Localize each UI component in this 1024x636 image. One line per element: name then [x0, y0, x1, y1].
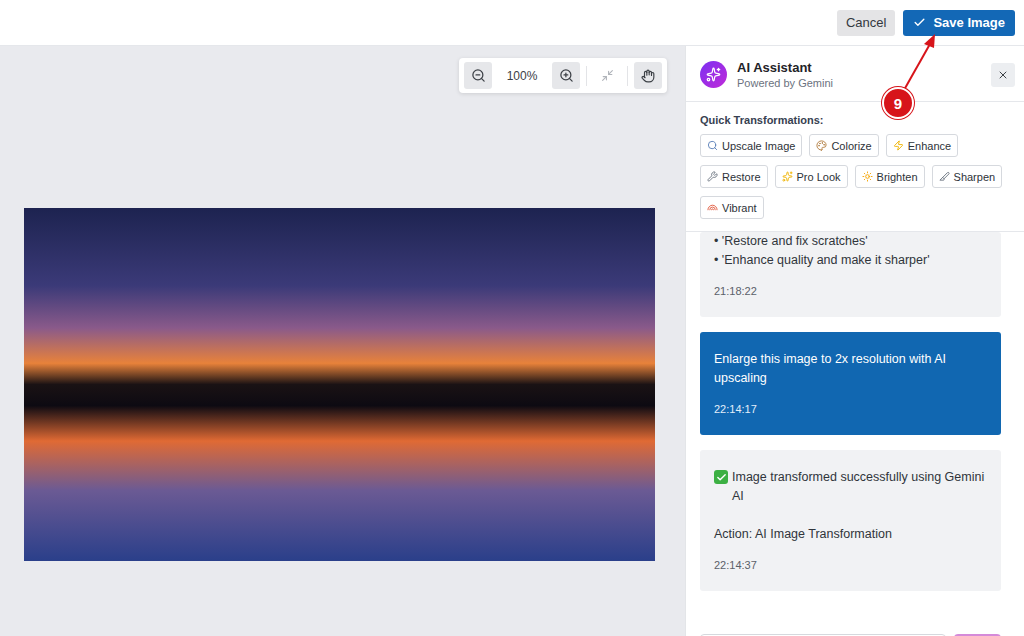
assistant-message: • 'Restore and fix scratches'• 'Enhance … — [700, 232, 1001, 317]
annotation-arrow-icon — [0, 0, 1024, 636]
success-check-icon — [714, 470, 728, 484]
message-time: 22:14:17 — [714, 400, 987, 419]
fit-button[interactable] — [593, 62, 621, 89]
assistant-message: Image transformed successfully using Gem… — [700, 450, 1001, 591]
message-line: • 'Restore and fix scratches' — [714, 232, 987, 251]
chip-icon — [893, 140, 904, 151]
transform-chip[interactable]: Sharpen — [932, 165, 1003, 188]
transform-chip[interactable]: Upscale Image — [700, 134, 802, 157]
transform-chip[interactable]: Brighten — [855, 165, 925, 188]
assistant-panel: AI Assistant Powered by Gemini Quick Trans… — [685, 46, 1024, 636]
step-badge: 9 — [882, 87, 914, 119]
send-button[interactable] — [954, 634, 1001, 636]
chip-icon — [707, 171, 718, 182]
zoom-in-button[interactable] — [552, 62, 580, 89]
top-bar: Cancel Save Image — [0, 0, 1024, 46]
photo — [24, 208, 655, 561]
message-line: Image transformed successfully using Gem… — [714, 468, 987, 506]
transform-chip[interactable]: Pro Look — [775, 165, 848, 188]
zoom-out-icon — [471, 68, 486, 83]
transform-chip[interactable]: Vibrant — [700, 196, 764, 219]
zoom-in-icon — [559, 68, 574, 83]
chip-row: Upscale Image Colorize Enhance Restore Pro L… — [700, 134, 1014, 219]
chip-icon — [816, 140, 827, 151]
header-text: AI Assistant Powered by Gemini — [737, 60, 981, 89]
close-icon — [997, 68, 1009, 82]
sparkles-icon — [706, 67, 721, 82]
save-button[interactable]: Save Image — [903, 10, 1015, 36]
chip-icon — [939, 171, 950, 182]
check-icon — [913, 16, 926, 29]
transform-chip[interactable]: Colorize — [809, 134, 878, 157]
assistant-avatar — [700, 61, 727, 88]
zoom-level: 100% — [498, 69, 546, 83]
transform-chip[interactable]: Restore — [700, 165, 768, 188]
image-editor: Cancel Save Image 100% AI Assistant Powered … — [0, 0, 1024, 636]
user-message: Enlarge this image to 2x resolution with… — [700, 332, 1001, 435]
divider — [586, 66, 587, 86]
zoom-out-button[interactable] — [464, 62, 492, 89]
fit-icon — [601, 69, 614, 82]
chip-icon — [862, 171, 873, 182]
cancel-button[interactable]: Cancel — [837, 10, 895, 36]
workspace: 100% AI Assistant Powered by Gemini Quick T… — [0, 46, 1024, 636]
quick-transformations: Quick Transformations: Upscale Image Color… — [686, 102, 1024, 232]
message-line: • 'Enhance quality and make it sharper' — [714, 251, 987, 270]
message-time: 21:18:22 — [714, 282, 987, 301]
message-line: Enlarge this image to 2x resolution with… — [714, 350, 987, 388]
message-input[interactable] — [700, 634, 946, 636]
chip-icon — [707, 202, 718, 213]
pan-button[interactable] — [634, 62, 662, 89]
divider — [627, 66, 628, 86]
chip-icon — [782, 171, 793, 182]
section-heading: Quick Transformations: — [700, 114, 1014, 126]
message-time: 22:14:37 — [714, 556, 987, 575]
zoom-toolbar: 100% — [459, 58, 667, 93]
close-button[interactable] — [991, 63, 1015, 87]
panel-header: AI Assistant Powered by Gemini — [686, 46, 1024, 102]
panel-title: AI Assistant — [737, 60, 981, 75]
transform-chip[interactable]: Enhance — [886, 134, 958, 157]
panel-subtitle: Powered by Gemini — [737, 77, 981, 89]
canvas: 100% — [0, 46, 685, 636]
input-row — [700, 634, 1001, 636]
message-line: Action: AI Image Transformation — [714, 525, 987, 544]
hand-icon — [641, 69, 655, 83]
chat-log: • 'Restore and fix scratches'• 'Enhance … — [686, 232, 1024, 636]
chip-icon — [707, 140, 718, 151]
